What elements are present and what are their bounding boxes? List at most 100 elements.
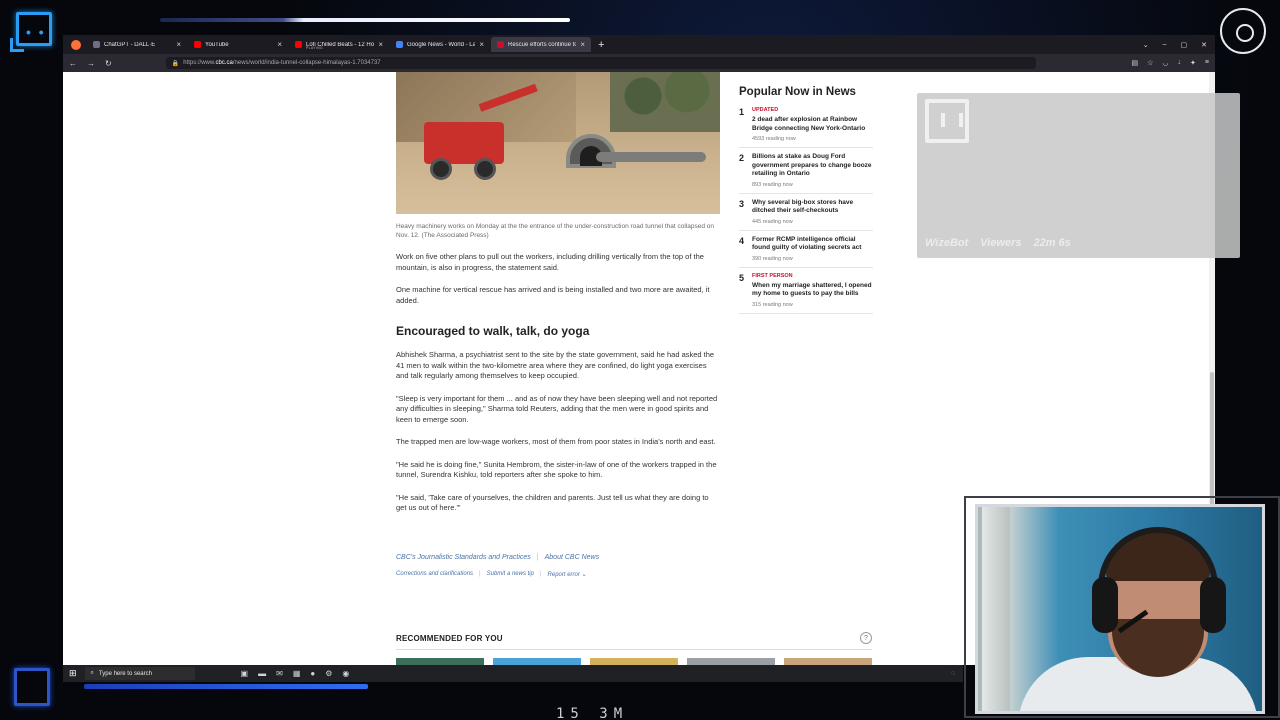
task-view-icon[interactable]: ▣ bbox=[241, 669, 249, 678]
twitch-glitch-icon bbox=[14, 668, 50, 706]
article-photo bbox=[396, 72, 720, 214]
recommended-thumb[interactable] bbox=[493, 658, 581, 665]
extensions-icon[interactable]: ✦ bbox=[1190, 59, 1196, 67]
reading-count: 4593 reading now bbox=[752, 136, 796, 142]
minimize-icon[interactable]: – bbox=[1163, 41, 1167, 48]
stream-logo-icon: • • bbox=[8, 8, 54, 58]
pocket-icon[interactable]: ◡ bbox=[1162, 59, 1168, 67]
popular-item[interactable]: 1 UPDATED 2 dead after explosion at Rain… bbox=[739, 107, 873, 148]
stream-scene: • • 15 3M ChatGPT - DALL·E × YouTube × L… bbox=[0, 0, 1280, 720]
reading-count: 315 reading now bbox=[752, 301, 793, 308]
search-icon: ⌕ bbox=[90, 670, 94, 676]
item-label-badge: FIRST PERSON bbox=[752, 272, 793, 279]
store-icon[interactable]: ▦ bbox=[293, 669, 301, 678]
recommended-thumbnails bbox=[396, 658, 872, 665]
file-explorer-icon[interactable]: ▬ bbox=[258, 669, 266, 678]
recommended-thumb[interactable] bbox=[590, 658, 678, 665]
webcam-feed bbox=[975, 504, 1265, 714]
item-label-badge: UPDATED bbox=[752, 107, 779, 113]
news-tip-link[interactable]: Submit a news tip bbox=[487, 571, 534, 578]
close-icon[interactable]: × bbox=[378, 40, 383, 49]
reading-count: 390 reading now bbox=[752, 255, 793, 262]
maximize-icon[interactable]: ▢ bbox=[1181, 41, 1188, 49]
recommended-thumb[interactable] bbox=[396, 658, 484, 665]
url-bar[interactable]: 🔒 https://www. cbc.ca/news/world/india-tu… bbox=[165, 57, 1036, 69]
obs-icon[interactable]: ◉ bbox=[342, 669, 349, 678]
popular-item[interactable]: 3 Why several big-box stores have ditche… bbox=[739, 199, 873, 231]
toolbar-icons: ▤ ☆ ◡ ↓ ✦ ≡ bbox=[1132, 59, 1209, 67]
tab-youtube[interactable]: YouTube × bbox=[188, 37, 288, 52]
reader-view-icon[interactable]: ▤ bbox=[1132, 59, 1139, 67]
window-controls: ⌄ – ▢ ✕ bbox=[1143, 41, 1215, 49]
cbc-favicon-icon bbox=[497, 41, 504, 48]
recommended-thumb[interactable] bbox=[784, 658, 872, 665]
youtube-favicon-icon bbox=[295, 41, 302, 48]
tab-cbc-active[interactable]: Rescue efforts continue to get × bbox=[491, 37, 591, 52]
forward-icon[interactable]: → bbox=[87, 59, 95, 68]
popular-sidebar: Popular Now in News 1 UPDATED 2 dead aft… bbox=[739, 86, 873, 319]
taskbar-apps: ▣ ▬ ✉ ▦ ● ⚙ ◉ bbox=[241, 669, 350, 678]
new-tab-button[interactable]: + bbox=[598, 39, 604, 51]
stream-alert-panel: WizeBot Viewers 22m 6s bbox=[917, 93, 1240, 258]
reading-count: 893 reading now bbox=[752, 181, 793, 188]
popular-headline[interactable]: Former RCMP intelligence official found … bbox=[752, 236, 873, 253]
chatgpt-favicon-icon bbox=[93, 41, 100, 48]
popular-item[interactable]: 5 FIRST PERSON When my marriage shattere… bbox=[739, 273, 873, 314]
bookmark-star-icon[interactable]: ☆ bbox=[1147, 59, 1153, 67]
recommended-thumb[interactable] bbox=[687, 658, 775, 665]
overlay-bottom-bar bbox=[84, 684, 368, 689]
mail-icon[interactable]: ✉ bbox=[276, 669, 283, 678]
taskbar-search[interactable]: ⌕ Type here to search bbox=[84, 667, 195, 680]
close-window-icon[interactable]: ✕ bbox=[1201, 41, 1207, 49]
standards-link[interactable]: CBC's Journalistic Standards and Practic… bbox=[396, 554, 531, 561]
popular-item[interactable]: 4 Former RCMP intelligence official foun… bbox=[739, 236, 873, 268]
help-icon[interactable]: ? bbox=[860, 632, 872, 644]
chevron-down-icon: ⌄ bbox=[581, 571, 587, 578]
tab-playing-label: PLAYING bbox=[306, 46, 324, 50]
article-paragraph: Work on five other plans to pull out the… bbox=[396, 252, 704, 272]
about-cbc-link[interactable]: About CBC News bbox=[545, 554, 599, 561]
tab-chatgpt[interactable]: ChatGPT - DALL·E × bbox=[87, 37, 187, 52]
popular-headline[interactable]: Why several big-box stores have ditched … bbox=[752, 199, 873, 216]
tab-google-news[interactable]: Google News - World - Latest × bbox=[390, 37, 490, 52]
popular-title: Popular Now in News bbox=[739, 86, 856, 98]
downloads-icon[interactable]: ↓ bbox=[1178, 59, 1182, 67]
article-paragraph: The trapped men are low-wage workers, mo… bbox=[396, 437, 716, 446]
popular-item[interactable]: 2 Billions at stake as Doug Ford governm… bbox=[739, 153, 873, 194]
popular-headline[interactable]: When my marriage shattered, I opened my … bbox=[752, 282, 873, 299]
windows-start-icon[interactable]: ⊞ bbox=[69, 668, 77, 679]
firefox-taskbar-icon[interactable]: ● bbox=[310, 669, 315, 678]
tab-bar: ChatGPT - DALL·E × YouTube × Lofi Chille… bbox=[63, 35, 1215, 54]
alert-viewers: Viewers bbox=[980, 237, 1022, 249]
firefox-icon bbox=[71, 39, 81, 50]
report-error-link[interactable]: Report error ⌄ bbox=[548, 571, 587, 578]
footer-links: CBC's Journalistic Standards and Practic… bbox=[396, 553, 600, 561]
article-paragraph: Abhishek Sharma, a psychiatrist sent to … bbox=[396, 350, 715, 380]
recommended-section: RECOMMENDED FOR YOU ? bbox=[396, 632, 872, 665]
overlay-ticker: 15 3M bbox=[556, 706, 629, 720]
popular-headline[interactable]: 2 dead after explosion at Rainbow Bridge… bbox=[752, 116, 873, 133]
popular-headline[interactable]: Billions at stake as Doug Ford governmen… bbox=[752, 153, 873, 179]
footer-links-secondary: Corrections and clarifications | Submit … bbox=[396, 570, 587, 578]
tab-lofi[interactable]: Lofi Chilled Beats - 12 Hours of PLAYING… bbox=[289, 37, 389, 52]
back-icon[interactable]: ← bbox=[69, 59, 77, 68]
overlay-progress-glow bbox=[160, 18, 570, 22]
youtube-favicon-icon bbox=[194, 41, 201, 48]
close-icon[interactable]: × bbox=[277, 40, 282, 49]
close-icon[interactable]: × bbox=[176, 40, 181, 49]
twitch-glitch-icon bbox=[925, 99, 969, 143]
overlay-target-icon bbox=[1220, 8, 1266, 54]
reload-icon[interactable]: ↻ bbox=[105, 59, 112, 68]
menu-icon[interactable]: ≡ bbox=[1205, 59, 1209, 67]
notification-icon[interactable]: ◌ bbox=[951, 670, 955, 677]
google-news-favicon-icon bbox=[396, 41, 403, 48]
corrections-link[interactable]: Corrections and clarifications bbox=[396, 571, 473, 578]
article-paragraph: "Sleep is very important for them ... an… bbox=[396, 393, 718, 424]
nav-bar: ← → ↻ 🔒 https://www. cbc.ca/news/world/in… bbox=[63, 54, 1215, 72]
settings-icon[interactable]: ⚙ bbox=[325, 669, 332, 678]
close-icon[interactable]: × bbox=[580, 40, 585, 49]
article-paragraph: One machine for vertical rescue has arri… bbox=[396, 285, 710, 305]
tab-list-icon[interactable]: ⌄ bbox=[1143, 41, 1149, 49]
lock-icon: 🔒 bbox=[171, 60, 180, 67]
close-icon[interactable]: × bbox=[479, 40, 484, 49]
